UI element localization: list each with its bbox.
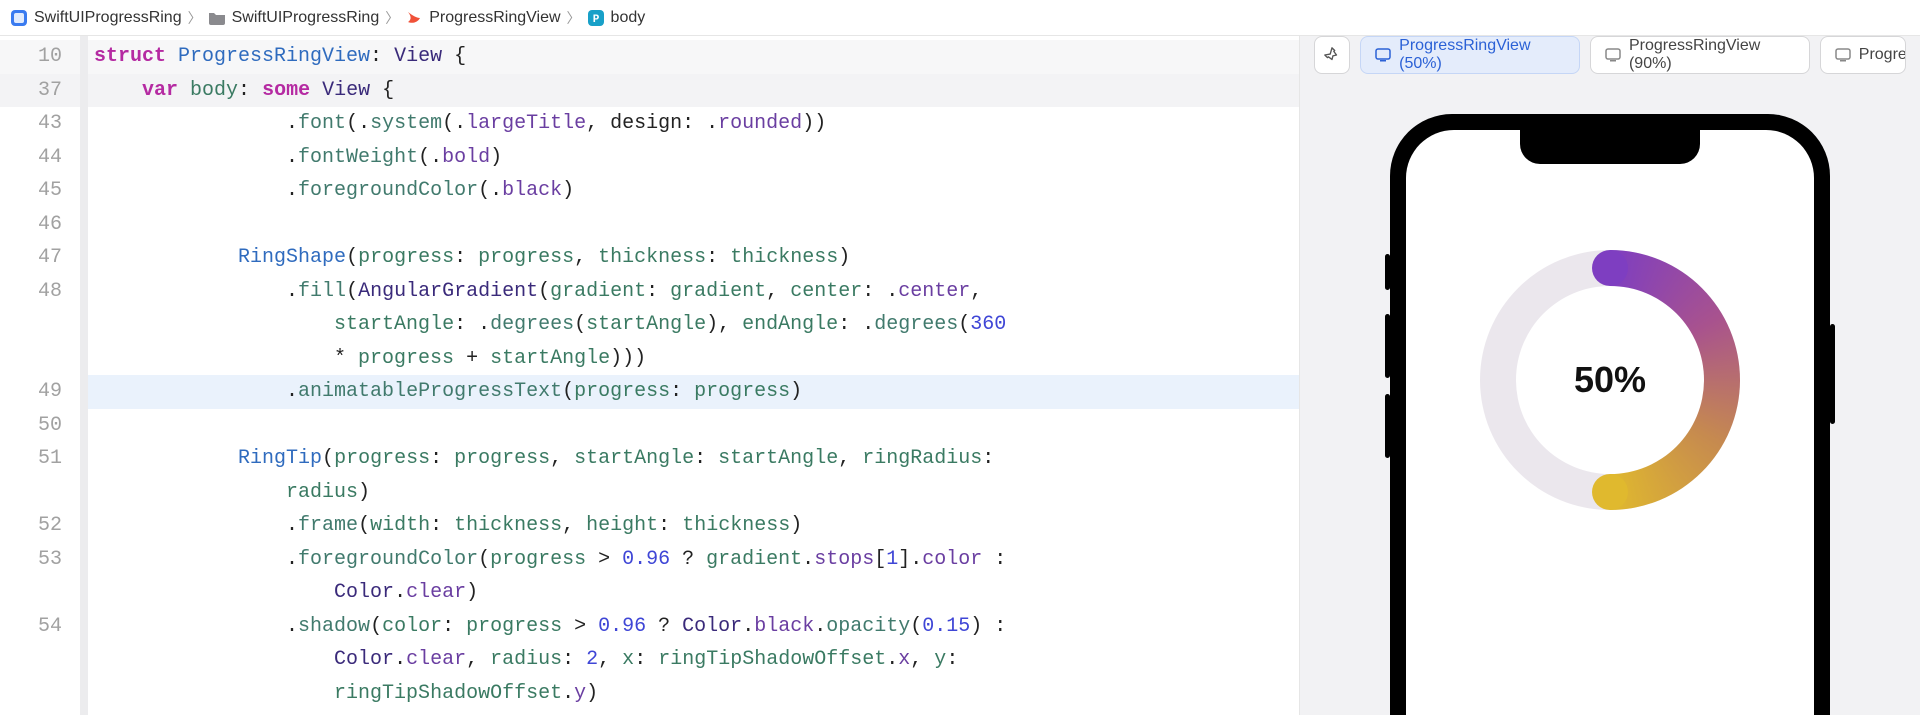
line-number: 55 (0, 710, 80, 715)
preview-pill-label: Progres (1859, 46, 1906, 64)
line-number: 46 (0, 208, 80, 242)
line-number: 52 (0, 509, 80, 543)
code-line[interactable]: RingShape(progress: progress, thickness:… (88, 241, 1299, 275)
preview-pill-label: ProgressRingView (50%) (1399, 37, 1565, 73)
line-number: 37 (0, 74, 80, 108)
preview-canvas[interactable]: 50% (1300, 74, 1920, 715)
code-line[interactable]: .frame(width: thickness, height: thickne… (88, 509, 1299, 543)
code-line[interactable]: radius) (88, 476, 1299, 510)
breadcrumb: SwiftUIProgressRing 〉 SwiftUIProgressRin… (0, 0, 1920, 36)
line-gutter: 1037434445464748 495051 5253 54 55 (0, 36, 80, 715)
code-line[interactable]: } (88, 710, 1299, 715)
breadcrumb-file-label: ProgressRingView (429, 9, 560, 27)
line-number: 45 (0, 174, 80, 208)
property-icon: P (587, 9, 605, 27)
code-line[interactable]: struct ProgressRingView: View { (88, 40, 1299, 74)
preview-pill[interactable]: ProgressRingView (90%) (1590, 36, 1810, 74)
swift-icon (405, 9, 423, 27)
device-icon (1605, 48, 1621, 62)
svg-text:P: P (592, 14, 599, 26)
code-line[interactable]: .foregroundColor(progress > 0.96 ? gradi… (88, 543, 1299, 577)
breadcrumb-app[interactable]: SwiftUIProgressRing (10, 9, 182, 27)
line-number: 54 (0, 610, 80, 644)
progress-ring: 50% (1480, 250, 1740, 510)
code-line[interactable]: .shadow(color: progress > 0.96 ? Color.b… (88, 610, 1299, 644)
preview-pill[interactable]: ProgressRingView (50%) (1360, 36, 1580, 74)
breadcrumb-folder[interactable]: SwiftUIProgressRing (208, 9, 380, 27)
line-number (0, 308, 80, 342)
code-line[interactable]: startAngle: .degrees(startAngle), endAng… (88, 308, 1299, 342)
code-line[interactable]: Color.clear, radius: 2, x: ringTipShadow… (88, 643, 1299, 677)
breadcrumb-app-label: SwiftUIProgressRing (34, 9, 182, 27)
device-power-button (1830, 324, 1835, 424)
preview-pill[interactable]: Progres (1820, 36, 1906, 74)
code-fold-strip[interactable] (80, 36, 88, 715)
line-number: 43 (0, 107, 80, 141)
code-line[interactable]: * progress + startAngle))) (88, 342, 1299, 376)
folder-icon (208, 9, 226, 27)
code-line[interactable]: .fill(AngularGradient(gradient: gradient… (88, 275, 1299, 309)
line-number (0, 643, 80, 677)
breadcrumb-file[interactable]: ProgressRingView (405, 9, 560, 27)
chevron-right-icon: 〉 (188, 8, 202, 28)
preview-header: ProgressRingView (50%) ProgressRingView (… (1300, 36, 1920, 74)
breadcrumb-symbol-label: body (611, 9, 646, 27)
line-number: 44 (0, 141, 80, 175)
canvas-preview-pane: ProgressRingView (50%) ProgressRingView (… (1300, 36, 1920, 715)
line-number: 49 (0, 375, 80, 409)
code-line[interactable]: Color.clear) (88, 576, 1299, 610)
line-number (0, 476, 80, 510)
code-area[interactable]: struct ProgressRingView: View { var body… (88, 36, 1299, 715)
breadcrumb-folder-label: SwiftUIProgressRing (232, 9, 380, 27)
chevron-right-icon: 〉 (567, 8, 581, 28)
device-icon (1835, 48, 1851, 62)
line-number: 47 (0, 241, 80, 275)
code-line[interactable]: .animatableProgressText(progress: progre… (88, 375, 1299, 409)
line-number: 53 (0, 543, 80, 577)
preview-pill-label: ProgressRingView (90%) (1629, 37, 1795, 73)
pin-icon (1323, 46, 1341, 64)
code-line[interactable]: .font(.system(.largeTitle, design: .roun… (88, 107, 1299, 141)
progress-label: 50% (1480, 250, 1740, 510)
code-line[interactable] (88, 208, 1299, 242)
breadcrumb-symbol[interactable]: P body (587, 9, 646, 27)
line-number (0, 677, 80, 711)
code-line[interactable] (88, 409, 1299, 443)
line-number: 51 (0, 442, 80, 476)
pin-button[interactable] (1314, 36, 1350, 74)
device-screen: 50% (1406, 130, 1814, 715)
chevron-right-icon: 〉 (385, 8, 399, 28)
device-notch (1520, 130, 1700, 164)
line-number: 10 (0, 40, 80, 74)
code-editor[interactable]: 1037434445464748 495051 5253 54 55 struct Pr… (0, 36, 1300, 715)
code-line[interactable]: RingTip(progress: progress, startAngle: … (88, 442, 1299, 476)
device-icon (1375, 48, 1391, 62)
code-line[interactable]: ringTipShadowOffset.y) (88, 677, 1299, 711)
device-frame: 50% (1390, 114, 1830, 715)
code-line[interactable]: var body: some View { (88, 74, 1299, 108)
code-line[interactable]: .foregroundColor(.black) (88, 174, 1299, 208)
line-number (0, 342, 80, 376)
line-number: 48 (0, 275, 80, 309)
line-number (0, 576, 80, 610)
line-number: 50 (0, 409, 80, 443)
app-icon (10, 9, 28, 27)
code-line[interactable]: .fontWeight(.bold) (88, 141, 1299, 175)
